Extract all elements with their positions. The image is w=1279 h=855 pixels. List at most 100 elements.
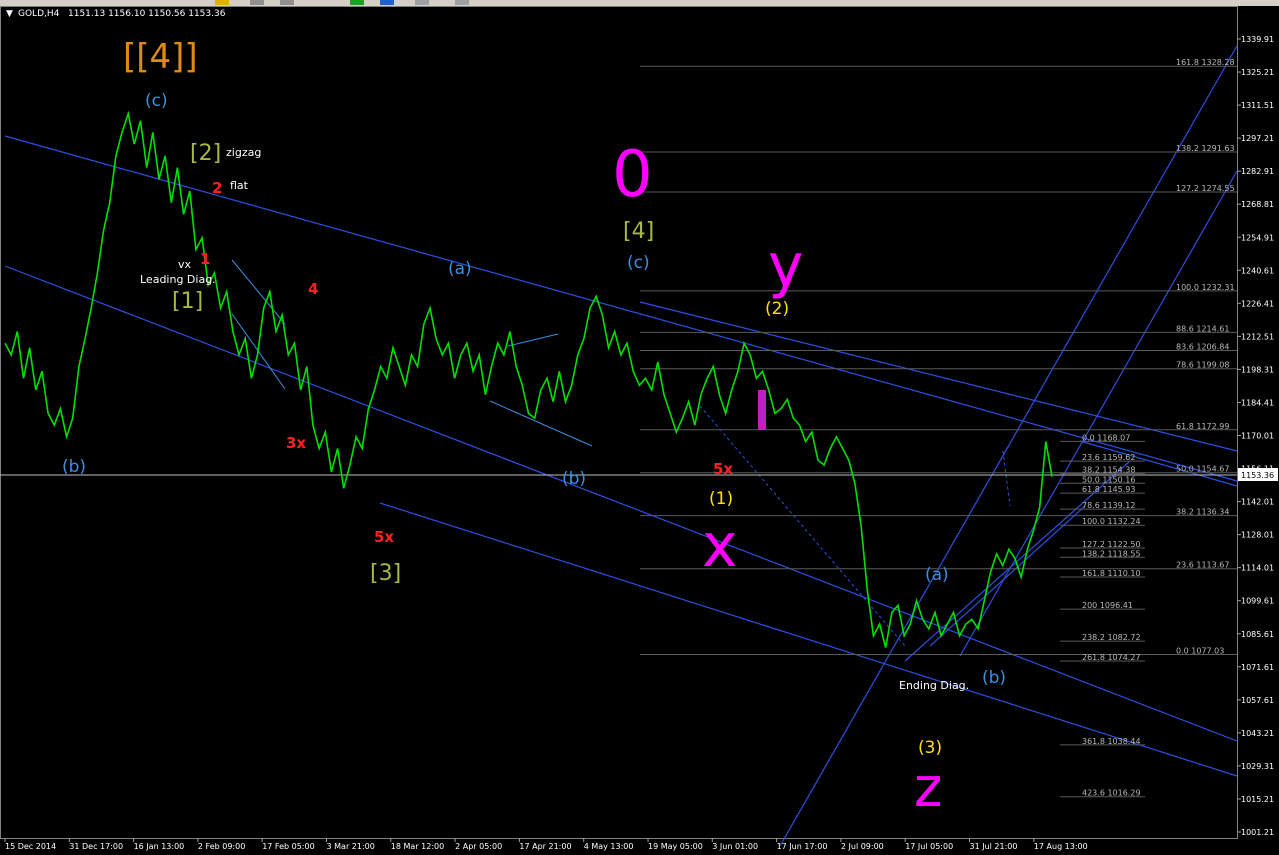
price-series xyxy=(4,110,1053,648)
symbol-label: GOLD,H4 xyxy=(18,9,60,19)
wave-label: [2] xyxy=(190,141,221,166)
fib-level-label: 50.0 1150.16 xyxy=(1082,475,1135,484)
zoom-icon[interactable] xyxy=(280,0,294,5)
y-tick-label: 1128.01 xyxy=(1241,531,1274,540)
x-tick-label: 2 Apr 05:00 xyxy=(455,842,502,851)
fib-level-label: 23.6 1113.67 xyxy=(1176,561,1229,570)
fib-level-label: 200 1096.41 xyxy=(1082,601,1133,610)
fib-level-label: 78.6 1199.08 xyxy=(1176,361,1229,370)
wave-label: [1] xyxy=(172,289,203,314)
fib-level-label: 100.0 1232.31 xyxy=(1176,283,1235,292)
x-tick-label: 15 Dec 2014 xyxy=(5,842,56,851)
period-icon[interactable] xyxy=(455,0,469,5)
wave-label: 0 xyxy=(612,138,653,212)
x-tick-label: 16 Jan 13:00 xyxy=(134,842,185,851)
y-tick-label: 1282.91 xyxy=(1241,167,1274,176)
dashed-line-2 xyxy=(1002,450,1011,507)
crosshair-icon[interactable] xyxy=(250,0,264,5)
y-tick-label: 1114.01 xyxy=(1241,564,1274,573)
fib-level-label: 138.2 1291.63 xyxy=(1176,144,1235,153)
fib-level-label: 238.2 1082.72 xyxy=(1082,633,1141,642)
x-tick-label: 2 Feb 09:00 xyxy=(198,842,245,851)
wave-label: y xyxy=(768,231,804,301)
y-tick-label: 1184.41 xyxy=(1241,398,1274,407)
y-tick-label: 1071.61 xyxy=(1241,663,1274,672)
fib-level-label: 127.2 1122.50 xyxy=(1082,540,1141,549)
y-tick-label: 1268.81 xyxy=(1241,200,1274,209)
fib-level-label: 161.8 1328.28 xyxy=(1176,58,1235,67)
ohlc-label: 1151.13 1156.10 1150.56 1153.36 xyxy=(68,9,226,19)
x-tick-label: 3 Jun 01:00 xyxy=(712,842,758,851)
x-tick-label: 17 Jul 05:00 xyxy=(905,842,953,851)
y-tick-label: 1198.31 xyxy=(1241,365,1274,374)
wave-label: (1) xyxy=(709,489,733,509)
wave-label: 2 xyxy=(212,179,222,197)
y-tick-label: 1254.91 xyxy=(1241,233,1274,242)
pointer-icon[interactable] xyxy=(215,0,229,5)
x-tick-label: 31 Dec 17:00 xyxy=(69,842,123,851)
fib-level-label: 127.2 1274.55 xyxy=(1176,184,1235,193)
wave-label: (a) xyxy=(925,565,949,585)
chart-frame xyxy=(0,6,1238,839)
y-tick-label: 1297.21 xyxy=(1241,134,1274,143)
y-tick-label: 1142.01 xyxy=(1241,498,1274,507)
wave-label: (c) xyxy=(627,253,650,273)
fib-level-label: 161.8 1110.10 xyxy=(1082,569,1141,578)
wave-label: (b) xyxy=(62,457,86,477)
fib-level-label: 83.6 1206.84 xyxy=(1176,343,1229,352)
y-tick-label: 1212.51 xyxy=(1241,332,1274,341)
fib-level-label: 23.6 1159.62 xyxy=(1082,453,1135,462)
wave-label: 1 xyxy=(200,250,210,268)
wave-label: (2) xyxy=(765,299,789,319)
x-tick-label: 19 May 05:00 xyxy=(648,842,703,851)
y-tick-label: 1339.91 xyxy=(1241,35,1274,44)
wave-label: x xyxy=(702,511,738,581)
fib-level-label: 361.8 1038.44 xyxy=(1082,737,1141,746)
y-tick-label: 1240.61 xyxy=(1241,266,1274,275)
wave-label: [4] xyxy=(623,219,654,244)
time-axis: 15 Dec 2014 31 Dec 17:00 16 Jan 13:00 2 Feb… xyxy=(4,838,1088,851)
x-tick-label: 31 Jul 21:00 xyxy=(970,842,1018,851)
x-tick-label: 17 Apr 21:00 xyxy=(519,842,571,851)
fib-level-label: 61.8 1145.93 xyxy=(1082,485,1135,494)
wave-label: [3] xyxy=(370,561,401,586)
y-tick-label: 1029.31 xyxy=(1241,762,1274,771)
x-tick-label: 3 Mar 21:00 xyxy=(327,842,375,851)
price-chart: ▼ GOLD,H4 1151.13 1156.10 1150.56 1153.3… xyxy=(0,6,1278,851)
x-tick-label: 17 Jun 17:00 xyxy=(777,842,828,851)
wave-label: (b) xyxy=(982,668,1006,688)
y-tick-label: 1325.21 xyxy=(1241,68,1274,77)
wave-label: Ending Diag. xyxy=(899,679,969,692)
wave-label: zigzag xyxy=(226,146,261,159)
fib-level-label: 0.0 1077.03 xyxy=(1176,646,1224,655)
fib-level-label: 88.6 1214.61 xyxy=(1176,324,1229,333)
template-icon[interactable] xyxy=(415,0,429,5)
wave-label: vx xyxy=(178,258,192,271)
wave-label: z xyxy=(914,756,942,819)
fib-level-label: 61.8 1172.99 xyxy=(1176,422,1229,431)
x-tick-label: 17 Aug 13:00 xyxy=(1034,842,1088,851)
refresh-icon[interactable] xyxy=(380,0,394,5)
marker-bar xyxy=(758,390,766,430)
x-tick-label: 2 Jul 09:00 xyxy=(841,842,884,851)
wave-label: 4 xyxy=(308,280,318,298)
wave-label: [[4]] xyxy=(123,37,198,77)
x-tick-label: 18 Mar 12:00 xyxy=(391,842,444,851)
price-axis: 1339.91 1325.21 1311.51 1297.21 1282.91 1268.… xyxy=(1237,35,1274,837)
wave-label: (b) xyxy=(562,469,586,489)
wave-label: Leading Diag. xyxy=(140,273,216,286)
fib-level-label: 0.0 1168.07 xyxy=(1082,433,1130,442)
dropdown-icon[interactable]: ▼ xyxy=(6,9,13,19)
thin-lines xyxy=(231,259,593,447)
fib-level-label: 100.0 1132.24 xyxy=(1082,517,1141,526)
wave-label: 3x xyxy=(286,434,306,452)
fib-level-label: 423.6 1016.29 xyxy=(1082,789,1141,798)
wave-label: (a) xyxy=(448,259,472,279)
add-icon[interactable] xyxy=(350,0,364,5)
fib-level-label: 38.2 1154.38 xyxy=(1082,465,1135,474)
fib-level-label: 138.2 1118.55 xyxy=(1082,549,1141,558)
wave-label: 5x xyxy=(713,460,733,478)
y-tick-label: 1085.61 xyxy=(1241,630,1274,639)
current-price-label: 1153.36 xyxy=(1241,471,1274,480)
y-tick-label: 1311.51 xyxy=(1241,101,1274,110)
